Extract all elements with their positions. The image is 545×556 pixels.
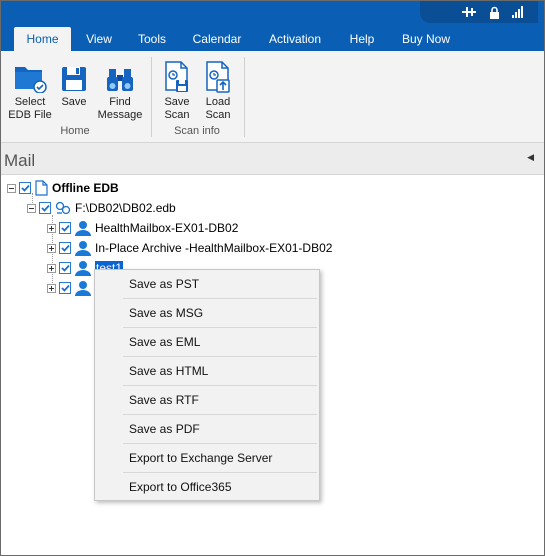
scan-info-group-label: Scan info <box>174 125 220 137</box>
expand-toggle-icon[interactable] <box>47 283 56 293</box>
save-scan-icon <box>165 61 188 92</box>
tab-calendar[interactable]: Calendar <box>185 27 249 51</box>
find-label-1: Find <box>109 96 131 108</box>
tree-node-mailbox[interactable] <box>47 278 95 298</box>
tree-node-mailbox[interactable]: In-Place Archive -HealthMailbox-EX01-DB0… <box>47 238 332 258</box>
collapse-arrow-icon[interactable]: ◀ <box>527 152 534 163</box>
load-scan-icon <box>206 61 230 93</box>
save-scan-label-2: Scan <box>164 109 190 121</box>
expand-toggle-icon[interactable] <box>47 243 56 253</box>
collapse-toggle-icon[interactable] <box>7 183 16 193</box>
ribbon-divider <box>244 57 245 137</box>
ribbon-divider <box>151 57 152 137</box>
checkbox[interactable] <box>59 222 71 234</box>
ribbon-tab-bar: Home View Tools Calendar Activation Help… <box>1 25 544 51</box>
folder-icon <box>15 67 47 93</box>
select-edb-file-button[interactable]: Select EDB File <box>7 59 53 122</box>
expand-toggle-icon[interactable] <box>47 263 56 273</box>
tree-node-database[interactable]: F:\DB02\DB02.edb <box>27 198 176 218</box>
tree-root-label: Offline EDB <box>52 181 119 195</box>
menu-item-save-eml[interactable]: Save as EML <box>96 328 318 356</box>
menu-item-export-exchange[interactable]: Export to Exchange Server <box>96 444 318 472</box>
tab-home[interactable]: Home <box>14 27 71 51</box>
system-tray <box>420 1 538 23</box>
tab-tools[interactable]: Tools <box>128 27 176 51</box>
panel-title: Mail <box>4 151 36 170</box>
menu-item-save-pdf[interactable]: Save as PDF <box>96 415 318 443</box>
checkbox[interactable] <box>59 242 71 254</box>
expand-toggle-icon[interactable] <box>47 223 56 233</box>
load-scan-label-1: Load <box>205 96 231 108</box>
checkbox[interactable] <box>19 182 31 194</box>
save-button[interactable]: Save <box>57 59 91 109</box>
select-edb-label-2: EDB File <box>8 109 52 121</box>
lock-icon[interactable] <box>489 6 500 19</box>
menu-item-save-rtf[interactable]: Save as RTF <box>96 386 318 414</box>
mailbox-label: In-Place Archive -HealthMailbox-EX01-DB0… <box>95 241 333 255</box>
menu-item-export-office365[interactable]: Export to Office365 <box>96 473 318 501</box>
mailbox-label: HealthMailbox-EX01-DB02 <box>95 221 239 235</box>
save-label: Save <box>61 96 87 108</box>
home-group-label: Home <box>60 125 90 137</box>
user-icon <box>75 260 91 276</box>
save-icon <box>62 67 86 91</box>
find-label-2: Message <box>97 109 143 121</box>
user-icon <box>75 280 91 296</box>
load-scan-button[interactable]: Load Scan <box>200 59 236 122</box>
menu-item-save-pst[interactable]: Save as PST <box>96 270 318 298</box>
tab-help[interactable]: Help <box>341 27 383 51</box>
save-scan-label-1: Save <box>164 96 190 108</box>
title-bar <box>1 1 544 25</box>
tree-db-label: F:\DB02\DB02.edb <box>75 201 176 215</box>
user-icon <box>75 240 91 256</box>
user-icon <box>75 220 91 236</box>
find-message-button[interactable]: Find Message <box>96 59 144 122</box>
checkbox[interactable] <box>59 262 71 274</box>
collapse-toggle-icon[interactable] <box>27 203 36 213</box>
load-scan-label-2: Scan <box>205 109 231 121</box>
ribbon: Select EDB File Save Find Message Home S… <box>1 51 544 143</box>
menu-item-save-html[interactable]: Save as HTML <box>96 357 318 385</box>
database-icon <box>55 201 71 215</box>
tree-node-root[interactable]: Offline EDB <box>7 178 119 198</box>
signal-icon[interactable] <box>512 6 524 18</box>
menu-item-save-msg[interactable]: Save as MSG <box>96 299 318 327</box>
tab-view[interactable]: View <box>77 27 121 51</box>
binoculars-icon <box>107 69 133 91</box>
tree-node-mailbox[interactable]: HealthMailbox-EX01-DB02 <box>47 218 238 238</box>
checkbox[interactable] <box>59 282 71 294</box>
context-menu: Save as PST Save as MSG Save as EML Save… <box>94 269 320 501</box>
mail-panel-header: Mail ◀ <box>1 143 544 175</box>
select-edb-label-1: Select <box>14 96 46 108</box>
app-window: Home View Tools Calendar Activation Help… <box>0 0 545 556</box>
pin-icon[interactable] <box>461 6 477 18</box>
tab-buy-now[interactable]: Buy Now <box>394 27 458 51</box>
checkbox[interactable] <box>39 202 51 214</box>
document-icon <box>35 180 48 196</box>
tab-activation[interactable]: Activation <box>261 27 329 51</box>
save-scan-button[interactable]: Save Scan <box>159 59 195 122</box>
